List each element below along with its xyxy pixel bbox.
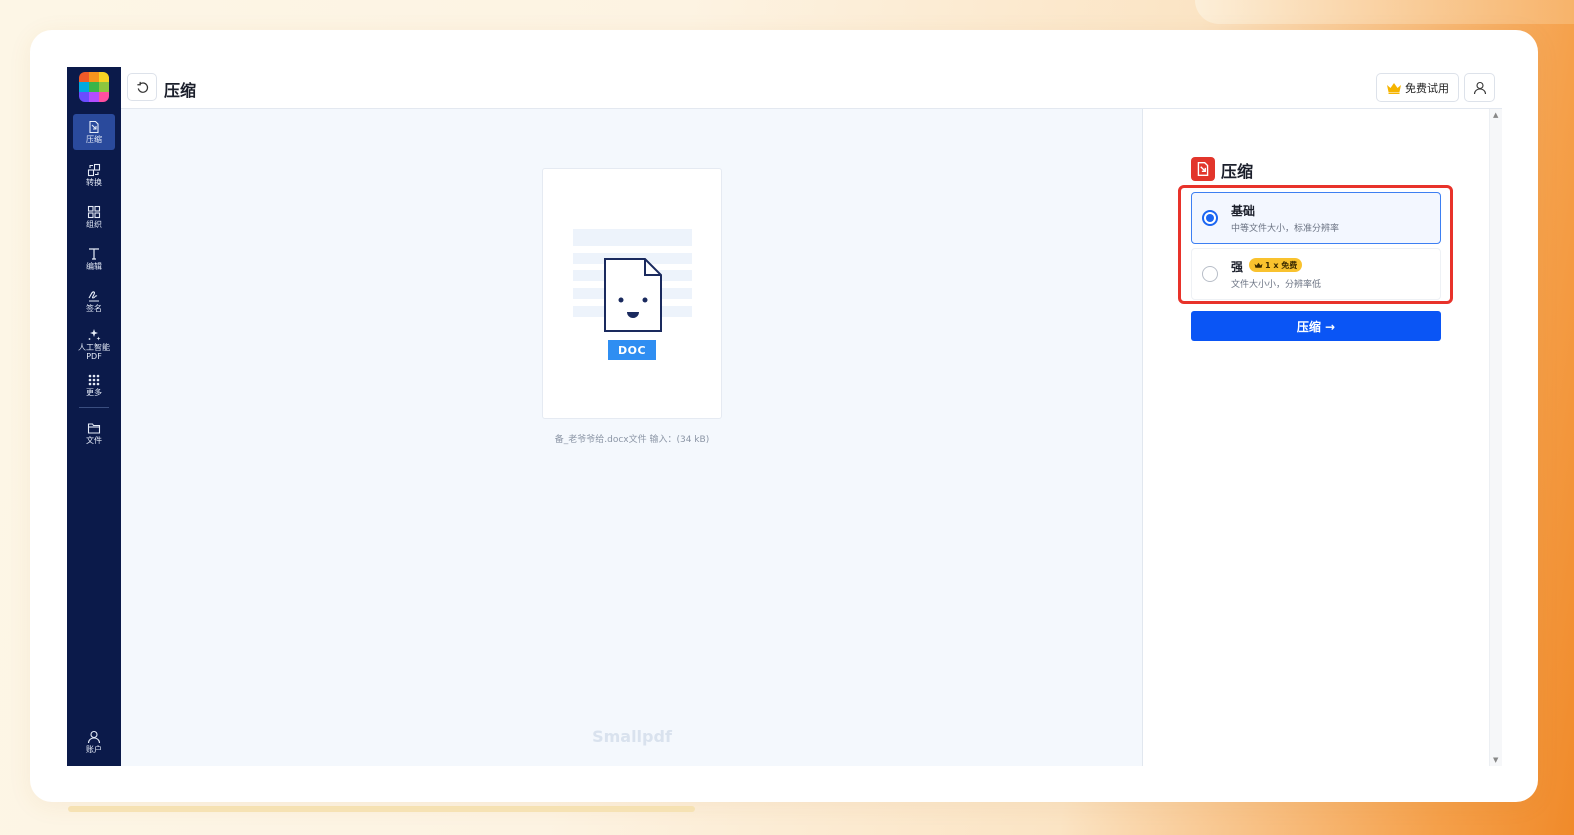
sidebar-item-edit[interactable]: 编辑 <box>73 241 115 277</box>
sidebar-item-sign[interactable]: 签名 <box>73 283 115 319</box>
sidebar-item-convert[interactable]: 转换 <box>73 157 115 193</box>
signature-icon <box>88 291 99 302</box>
option-title: 强 <box>1231 260 1244 274</box>
option-description: 中等文件大小，标准分辨率 <box>1231 224 1340 234</box>
sidebar-item-compress[interactable]: 压缩 <box>73 114 115 150</box>
sparkle-icon <box>88 328 101 340</box>
sidebar-item-label: 更多 <box>86 388 102 397</box>
option-title: 基础 <box>1231 204 1256 218</box>
logo-cell <box>89 92 99 102</box>
sidebar-item-organize[interactable]: 组织 <box>73 199 115 235</box>
account-icon <box>87 730 101 744</box>
more-grid-icon <box>88 374 100 386</box>
crown-icon <box>1254 262 1263 268</box>
file-caption: 备_老爷爷给.docx文件 输入：(34 kB) <box>554 435 710 445</box>
pro-badge: 1 x 免费 <box>1249 258 1303 272</box>
sidebar-item-label: 账户 <box>86 745 102 754</box>
convert-icon <box>87 163 101 177</box>
sidebar-item-label-line1: 人工智能 <box>78 342 110 352</box>
logo-cell <box>79 82 89 92</box>
options-panel: 压缩 基础 中等文件大小，标准分辨率 强 1 x 免费 文件大小小，分辨率低 压… <box>1142 109 1502 766</box>
logo-cell <box>99 82 109 92</box>
compress-icon <box>89 120 99 134</box>
sidebar-item-label-line2: PDF <box>86 351 102 361</box>
option-basic[interactable]: 基础 中等文件大小，标准分辨率 <box>1191 192 1441 244</box>
sidebar-divider <box>79 407 109 408</box>
user-button[interactable] <box>1464 73 1495 102</box>
undo-icon <box>136 81 148 93</box>
folder-icon <box>87 423 101 434</box>
scrollbar[interactable]: ▲ ▼ <box>1489 109 1502 766</box>
user-icon <box>1473 81 1486 94</box>
sidebar: 压缩 转换 组织 编辑 签名 人工智能 PDF 更多 文件 账户 <box>67 67 121 766</box>
text-icon <box>89 248 99 260</box>
background-strip-top <box>1195 0 1574 24</box>
compress-button[interactable]: 压缩 → <box>1191 311 1441 341</box>
grid-icon <box>87 205 101 219</box>
free-trial-label: 免费试用 <box>1405 81 1449 95</box>
option-description: 文件大小小，分辨率低 <box>1231 280 1322 290</box>
compress-red-icon <box>1191 157 1215 181</box>
sidebar-item-label: 压缩 <box>86 135 102 144</box>
sidebar-item-label: 组织 <box>86 220 102 229</box>
pro-badge-label: 1 x 免费 <box>1265 260 1298 270</box>
sidebar-item-more[interactable]: 更多 <box>73 367 115 403</box>
crown-icon <box>1387 82 1401 94</box>
sidebar-item-files[interactable]: 文件 <box>73 415 115 451</box>
brand-watermark: Smallpdf <box>592 727 672 746</box>
radio-strong[interactable] <box>1202 266 1218 282</box>
top-bar: 压缩 免费试用 <box>121 67 1502 109</box>
sidebar-item-label: 编辑 <box>86 262 102 271</box>
logo-cell <box>79 92 89 102</box>
free-trial-button[interactable]: 免费试用 <box>1376 73 1459 102</box>
logo-cell <box>99 72 109 82</box>
sidebar-item-label: 签名 <box>86 304 102 313</box>
panel-title: 压缩 <box>1221 162 1254 181</box>
app-logo[interactable] <box>79 72 109 102</box>
option-strong[interactable]: 强 1 x 免费 文件大小小，分辨率低 <box>1191 248 1441 300</box>
sidebar-item-account[interactable]: 账户 <box>73 724 115 760</box>
background-strip-bottom <box>68 806 695 812</box>
scroll-down-arrow-icon[interactable]: ▼ <box>1493 756 1498 764</box>
logo-cell <box>79 72 89 82</box>
radio-basic[interactable] <box>1202 210 1218 226</box>
undo-button[interactable] <box>127 73 157 101</box>
sidebar-item-label: 文件 <box>86 436 102 445</box>
document-preview: DOC <box>542 168 722 419</box>
sidebar-item-ai-pdf[interactable]: 人工智能 PDF <box>73 324 115 364</box>
placeholder-line <box>573 229 692 246</box>
sidebar-item-label: 转换 <box>86 178 102 187</box>
logo-cell <box>89 72 99 82</box>
doc-type-badge: DOC <box>608 340 656 360</box>
scroll-up-arrow-icon[interactable]: ▲ <box>1493 111 1498 119</box>
app-window: 压缩 转换 组织 编辑 签名 人工智能 PDF 更多 文件 账户 压缩 免费试用… <box>67 67 1502 766</box>
logo-cell <box>89 82 99 92</box>
page-title: 压缩 <box>164 81 197 100</box>
doc-file-icon <box>604 258 662 332</box>
logo-cell <box>99 92 109 102</box>
